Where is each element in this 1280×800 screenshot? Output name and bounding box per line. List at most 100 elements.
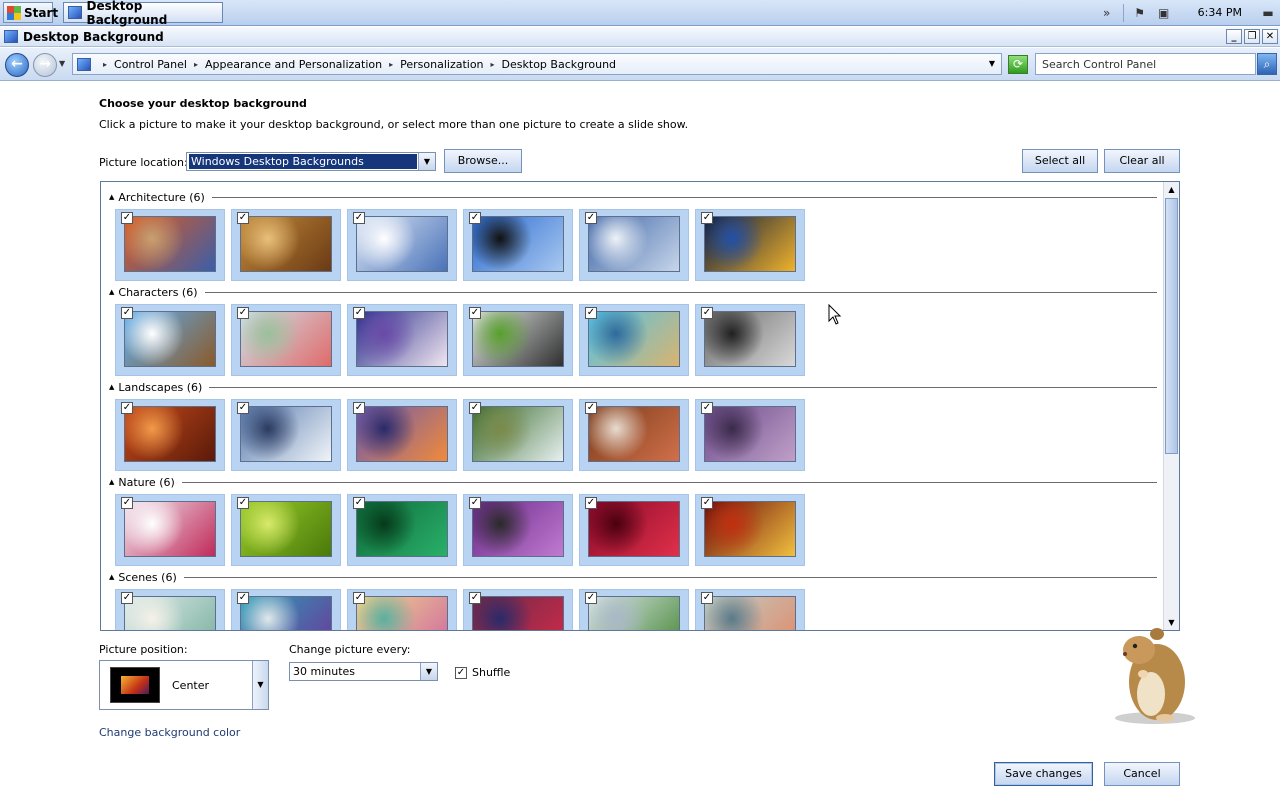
- wallpaper-checkbox[interactable]: ✓: [121, 307, 133, 319]
- picture-position-select[interactable]: Center ▼: [99, 660, 269, 710]
- breadcrumb-control-panel[interactable]: Control Panel: [114, 58, 187, 71]
- wallpaper-tile[interactable]: ✓: [115, 494, 225, 566]
- wallpaper-checkbox[interactable]: ✓: [353, 402, 365, 414]
- forward-button[interactable]: →: [33, 53, 57, 77]
- picture-gallery[interactable]: ▲ ▼ ▲ Architecture (6) ✓ ✓ ✓ ✓ ✓ ✓ ▲ Characters (…: [100, 181, 1180, 631]
- wallpaper-tile[interactable]: ✓: [695, 494, 805, 566]
- wallpaper-tile[interactable]: ✓: [347, 209, 457, 281]
- wallpaper-checkbox[interactable]: ✓: [469, 402, 481, 414]
- wallpaper-tile[interactable]: ✓: [695, 399, 805, 471]
- category-header[interactable]: ▲ Characters (6): [109, 285, 1157, 299]
- collapse-arrow-icon[interactable]: ▲: [109, 193, 114, 201]
- chevron-down-icon[interactable]: »: [1099, 6, 1115, 20]
- wallpaper-tile[interactable]: ✓: [115, 589, 225, 630]
- breadcrumb-personalization[interactable]: Personalization: [400, 58, 483, 71]
- wallpaper-tile[interactable]: ✓: [579, 399, 689, 471]
- picture-location-select[interactable]: Windows Desktop Backgrounds ▼: [186, 152, 436, 171]
- wallpaper-tile[interactable]: ✓: [115, 209, 225, 281]
- wallpaper-tile[interactable]: ✓: [115, 399, 225, 471]
- category-header[interactable]: ▲ Scenes (6): [109, 570, 1157, 584]
- breadcrumb-arrow-icon[interactable]: ▸: [194, 60, 198, 69]
- chevron-down-icon[interactable]: ▼: [420, 663, 437, 680]
- wallpaper-tile[interactable]: ✓: [463, 494, 573, 566]
- wallpaper-tile[interactable]: ✓: [463, 399, 573, 471]
- wallpaper-checkbox[interactable]: ✓: [469, 212, 481, 224]
- wallpaper-checkbox[interactable]: ✓: [237, 402, 249, 414]
- wallpaper-tile[interactable]: ✓: [231, 589, 341, 630]
- wallpaper-checkbox[interactable]: ✓: [353, 592, 365, 604]
- wallpaper-checkbox[interactable]: ✓: [237, 307, 249, 319]
- wallpaper-checkbox[interactable]: ✓: [121, 592, 133, 604]
- wallpaper-checkbox[interactable]: ✓: [701, 402, 713, 414]
- wallpaper-checkbox[interactable]: ✓: [469, 307, 481, 319]
- wallpaper-tile[interactable]: ✓: [463, 304, 573, 376]
- wallpaper-checkbox[interactable]: ✓: [353, 307, 365, 319]
- category-header[interactable]: ▲ Nature (6): [109, 475, 1157, 489]
- wallpaper-tile[interactable]: ✓: [231, 494, 341, 566]
- wallpaper-checkbox[interactable]: ✓: [701, 307, 713, 319]
- wallpaper-checkbox[interactable]: ✓: [121, 402, 133, 414]
- collapse-arrow-icon[interactable]: ▲: [109, 383, 114, 391]
- collapse-arrow-icon[interactable]: ▲: [109, 478, 114, 486]
- flag-icon[interactable]: ⚑: [1132, 6, 1148, 20]
- scroll-up-icon[interactable]: ▲: [1164, 182, 1179, 197]
- shuffle-label[interactable]: Shuffle: [472, 666, 510, 679]
- wallpaper-tile[interactable]: ✓: [463, 209, 573, 281]
- chevron-down-icon[interactable]: ▼: [252, 661, 268, 709]
- wallpaper-checkbox[interactable]: ✓: [353, 212, 365, 224]
- wallpaper-tile[interactable]: ✓: [231, 209, 341, 281]
- change-background-color-link[interactable]: Change background color: [99, 726, 240, 739]
- wallpaper-checkbox[interactable]: ✓: [353, 497, 365, 509]
- wallpaper-tile[interactable]: ✓: [695, 209, 805, 281]
- change-interval-select[interactable]: 30 minutes ▼: [289, 662, 438, 681]
- wallpaper-checkbox[interactable]: ✓: [585, 402, 597, 414]
- breadcrumb[interactable]: ▸ Control Panel ▸ Appearance and Persona…: [72, 53, 1002, 75]
- wallpaper-checkbox[interactable]: ✓: [585, 212, 597, 224]
- refresh-button[interactable]: ⟳: [1008, 55, 1028, 74]
- gallery-scrollbar[interactable]: ▲ ▼: [1163, 182, 1179, 630]
- wallpaper-tile[interactable]: ✓: [347, 589, 457, 630]
- wallpaper-checkbox[interactable]: ✓: [701, 497, 713, 509]
- wallpaper-checkbox[interactable]: ✓: [121, 497, 133, 509]
- start-button[interactable]: Start: [3, 2, 58, 23]
- collapse-arrow-icon[interactable]: ▲: [109, 573, 114, 581]
- wallpaper-tile[interactable]: ✓: [463, 589, 573, 630]
- show-desktop-icon[interactable]: ▬: [1260, 6, 1276, 20]
- back-button[interactable]: ←: [5, 53, 29, 77]
- breadcrumb-arrow-icon[interactable]: ▸: [491, 60, 495, 69]
- wallpaper-tile[interactable]: ✓: [579, 494, 689, 566]
- breadcrumb-arrow-icon[interactable]: ▸: [103, 60, 107, 69]
- history-dropdown-icon[interactable]: ▼: [59, 59, 65, 68]
- wallpaper-checkbox[interactable]: ✓: [701, 212, 713, 224]
- search-icon[interactable]: ⌕: [1257, 53, 1277, 75]
- wallpaper-checkbox[interactable]: ✓: [237, 212, 249, 224]
- wallpaper-tile[interactable]: ✓: [579, 589, 689, 630]
- wallpaper-tile[interactable]: ✓: [579, 209, 689, 281]
- breadcrumb-appearance[interactable]: Appearance and Personalization: [205, 58, 382, 71]
- wallpaper-checkbox[interactable]: ✓: [237, 592, 249, 604]
- browse-button[interactable]: Browse...: [444, 149, 522, 173]
- save-changes-button[interactable]: Save changes: [994, 762, 1093, 786]
- wallpaper-tile[interactable]: ✓: [347, 494, 457, 566]
- wallpaper-tile[interactable]: ✓: [347, 304, 457, 376]
- scrollbar-thumb[interactable]: [1165, 198, 1178, 454]
- wallpaper-tile[interactable]: ✓: [695, 304, 805, 376]
- select-all-button[interactable]: Select all: [1022, 149, 1098, 173]
- wallpaper-checkbox[interactable]: ✓: [585, 307, 597, 319]
- search-input[interactable]: Search Control Panel: [1035, 53, 1256, 75]
- wallpaper-checkbox[interactable]: ✓: [121, 212, 133, 224]
- chevron-down-icon[interactable]: ▼: [418, 153, 435, 170]
- clock[interactable]: 6:34 PM: [1198, 6, 1242, 19]
- breadcrumb-desktop-background[interactable]: Desktop Background: [502, 58, 617, 71]
- minimize-button[interactable]: _: [1226, 29, 1242, 44]
- wallpaper-tile[interactable]: ✓: [347, 399, 457, 471]
- wallpaper-tile[interactable]: ✓: [695, 589, 805, 630]
- address-dropdown-icon[interactable]: ▼: [989, 59, 995, 68]
- wallpaper-tile[interactable]: ✓: [231, 399, 341, 471]
- network-icon[interactable]: ▣: [1156, 6, 1172, 20]
- category-header[interactable]: ▲ Architecture (6): [109, 190, 1157, 204]
- breadcrumb-arrow-icon[interactable]: ▸: [389, 60, 393, 69]
- close-button[interactable]: ✕: [1262, 29, 1278, 44]
- taskbar-item-desktop-background[interactable]: Desktop Background: [63, 0, 223, 27]
- shuffle-checkbox[interactable]: ✓: [455, 666, 467, 679]
